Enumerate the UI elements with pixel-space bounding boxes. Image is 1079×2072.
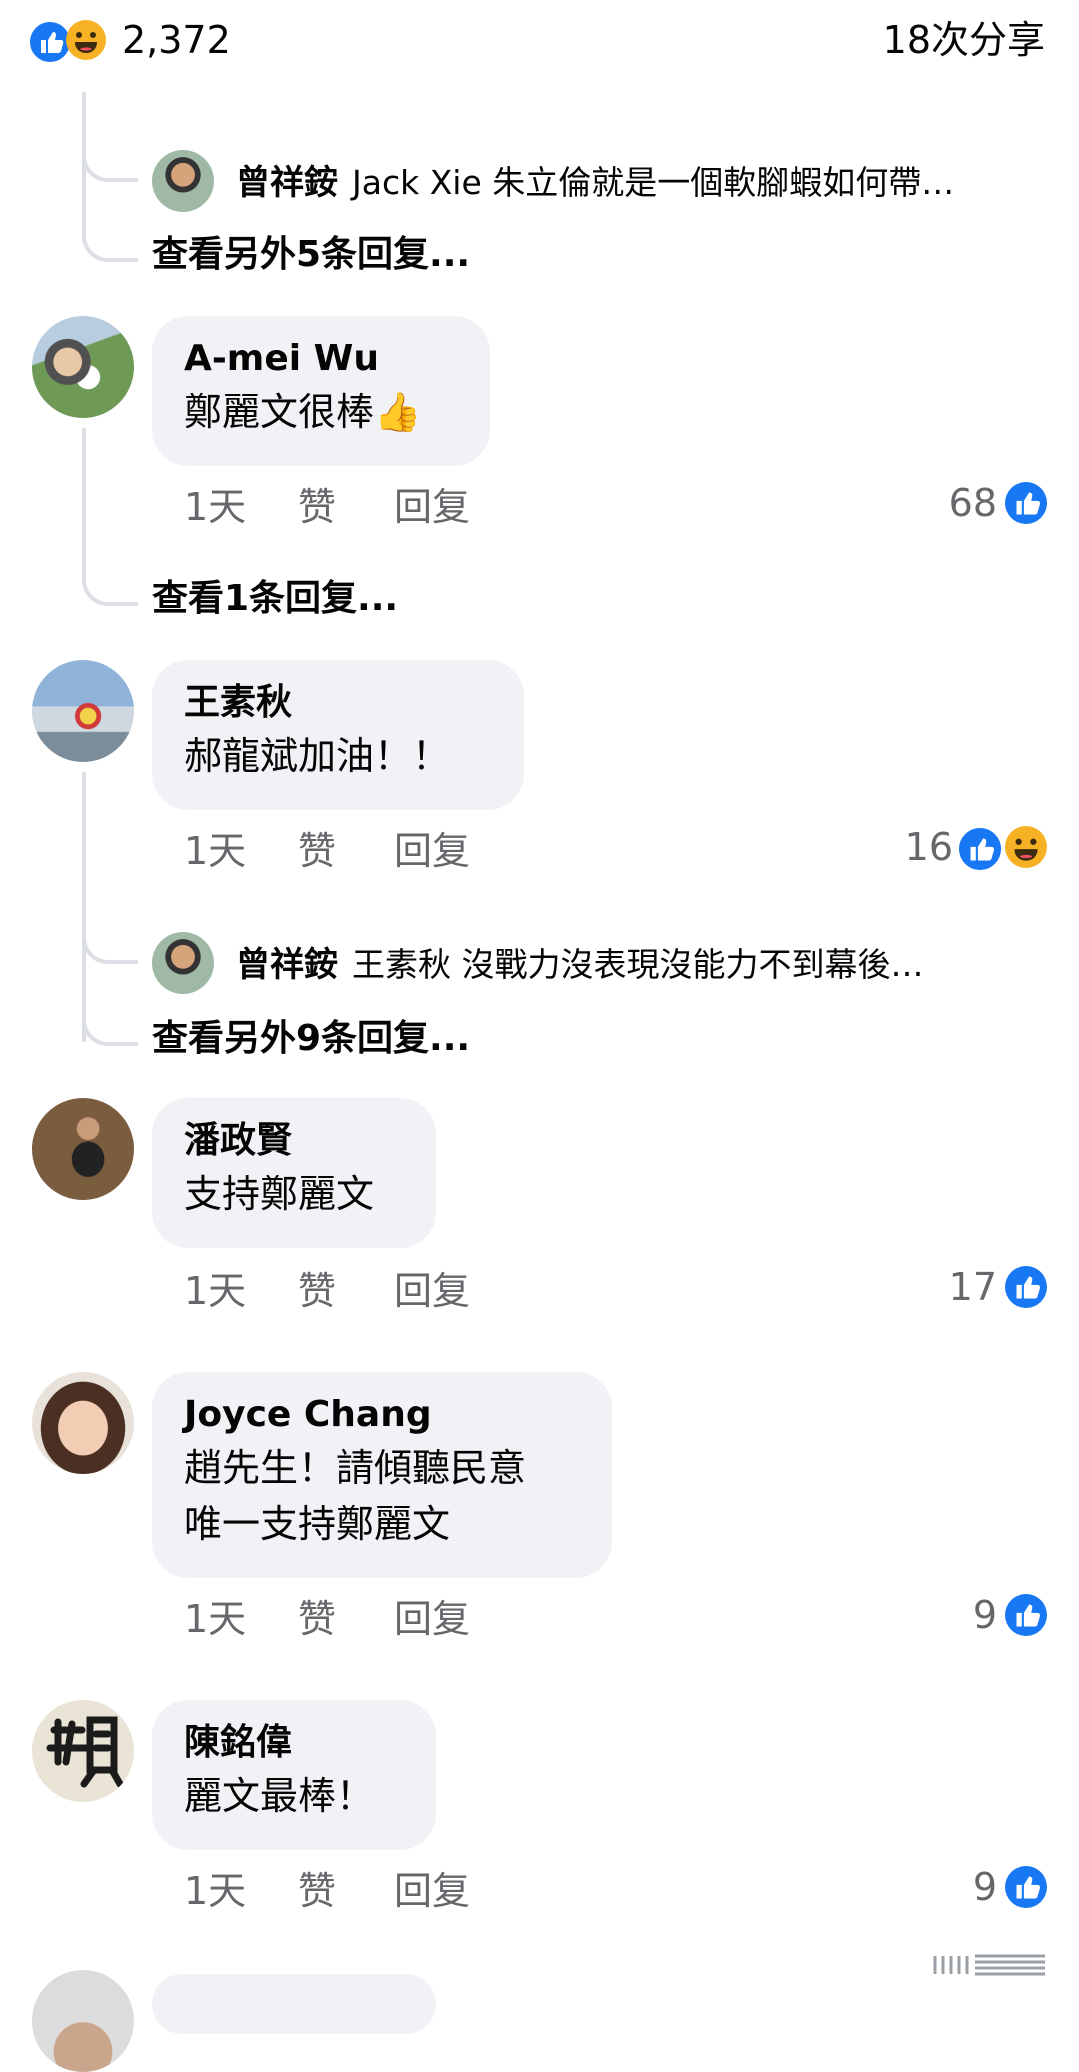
like-reaction-icon[interactable] <box>1005 482 1047 524</box>
comment-bubble[interactable] <box>152 1974 436 2034</box>
reply-preview[interactable]: 曾祥銨 王素秋 沒戰力沒表現沒能力￼不到幕後… <box>236 942 924 988</box>
like-button[interactable]: 赞 <box>298 1596 336 1642</box>
like-button[interactable]: 赞 <box>298 1268 336 1314</box>
reaction-count[interactable]: 17 <box>949 1264 997 1310</box>
comment-text: 支持鄭麗文 <box>184 1172 375 1216</box>
avatar[interactable] <box>32 1700 134 1802</box>
reply-author[interactable]: 曾祥銨 <box>236 945 338 985</box>
reply-button[interactable]: 回复 <box>394 484 470 530</box>
reply-button[interactable]: 回复 <box>394 1596 470 1642</box>
comment-text: 麗文最棒！ <box>184 1774 375 1818</box>
reaction-count[interactable]: 9 <box>973 1592 997 1638</box>
comment-author[interactable]: A-mei Wu <box>184 334 458 384</box>
avatar[interactable] <box>152 932 214 994</box>
haha-reaction-icon[interactable] <box>1005 826 1047 868</box>
comment-bubble[interactable]: 潘政賢 支持鄭麗文 <box>152 1098 436 1248</box>
reaction-count[interactable]: 2,372 <box>122 16 231 64</box>
reply-button[interactable]: 回复 <box>394 1268 470 1314</box>
thread-line <box>82 772 86 1042</box>
like-button[interactable]: 赞 <box>298 1868 336 1914</box>
comment-time[interactable]: 1天 <box>184 1596 246 1642</box>
thread-connector <box>82 1006 138 1046</box>
comment-text: 趙先生！請傾聽民意 <box>184 1446 527 1490</box>
comment-text: 郝龍斌加油！！ <box>184 734 451 778</box>
like-button[interactable]: 赞 <box>298 484 336 530</box>
view-more-replies[interactable]: 查看另外9条回复... <box>152 1016 470 1062</box>
comment-author[interactable]: 陳銘偉 <box>184 1718 404 1768</box>
comment-author[interactable]: 王素秋 <box>184 678 492 728</box>
like-reaction-icon[interactable] <box>1005 1866 1047 1908</box>
reply-preview[interactable]: 曾祥銨 Jack Xie 朱立倫就是一個軟腳蝦如何帶… <box>236 160 954 206</box>
like-reaction-icon[interactable] <box>957 826 1003 872</box>
avatar[interactable] <box>32 1098 134 1200</box>
reply-button[interactable]: 回复 <box>394 1868 470 1914</box>
view-more-replies[interactable]: 查看1条回复... <box>152 576 398 622</box>
reaction-count[interactable]: 68 <box>949 480 997 526</box>
avatar[interactable] <box>32 1970 134 2072</box>
avatar[interactable] <box>152 150 214 212</box>
like-reaction-icon[interactable] <box>1005 1266 1047 1308</box>
comment-author[interactable]: Joyce Chang <box>184 1390 580 1440</box>
comment-bubble[interactable]: 陳銘偉 麗文最棒！ <box>152 1700 436 1850</box>
reaction-count[interactable]: 16 <box>905 824 953 870</box>
comment-author[interactable]: 潘政賢 <box>184 1116 404 1166</box>
comment-time[interactable]: 1天 <box>184 1268 246 1314</box>
calligraphy-image <box>46 1716 124 1788</box>
comment-bubble[interactable]: 王素秋 郝龍斌加油！！ <box>152 660 524 810</box>
thread-connector <box>82 928 138 964</box>
thread-connector <box>82 146 138 182</box>
comment-time[interactable]: 1天 <box>184 1868 246 1914</box>
reply-text: 王素秋 沒戰力沒表現沒能力￼不到幕後… <box>352 945 924 984</box>
haha-reaction-icon[interactable] <box>66 20 106 60</box>
view-more-replies[interactable]: 查看另外5条回复... <box>152 232 470 278</box>
menu-icon[interactable] <box>931 1950 1051 1980</box>
share-count[interactable]: 18次分享 <box>883 16 1045 64</box>
comment-time[interactable]: 1天 <box>184 828 246 874</box>
comment-bubble[interactable]: A-mei Wu 鄭麗文很棒👍 <box>152 316 490 466</box>
thread-connector <box>82 566 138 606</box>
comment-text: 鄭麗文很棒👍 <box>184 390 422 434</box>
comment-time[interactable]: 1天 <box>184 484 246 530</box>
like-reaction-icon[interactable] <box>1005 1594 1047 1636</box>
comment-bubble[interactable]: Joyce Chang 趙先生！請傾聽民意 唯一支持鄭麗文 <box>152 1372 612 1578</box>
avatar[interactable] <box>32 1372 134 1474</box>
avatar[interactable] <box>32 660 134 762</box>
thread-line <box>82 428 86 578</box>
thread-connector <box>82 222 138 262</box>
reply-text: Jack Xie 朱立倫就是一個軟腳蝦如何帶… <box>352 163 955 202</box>
reply-button[interactable]: 回复 <box>394 828 470 874</box>
avatar[interactable] <box>32 316 134 418</box>
like-button[interactable]: 赞 <box>298 828 336 874</box>
comment-text: 唯一支持鄭麗文 <box>184 1502 451 1546</box>
reply-author[interactable]: 曾祥銨 <box>236 163 338 203</box>
reaction-count[interactable]: 9 <box>973 1864 997 1910</box>
